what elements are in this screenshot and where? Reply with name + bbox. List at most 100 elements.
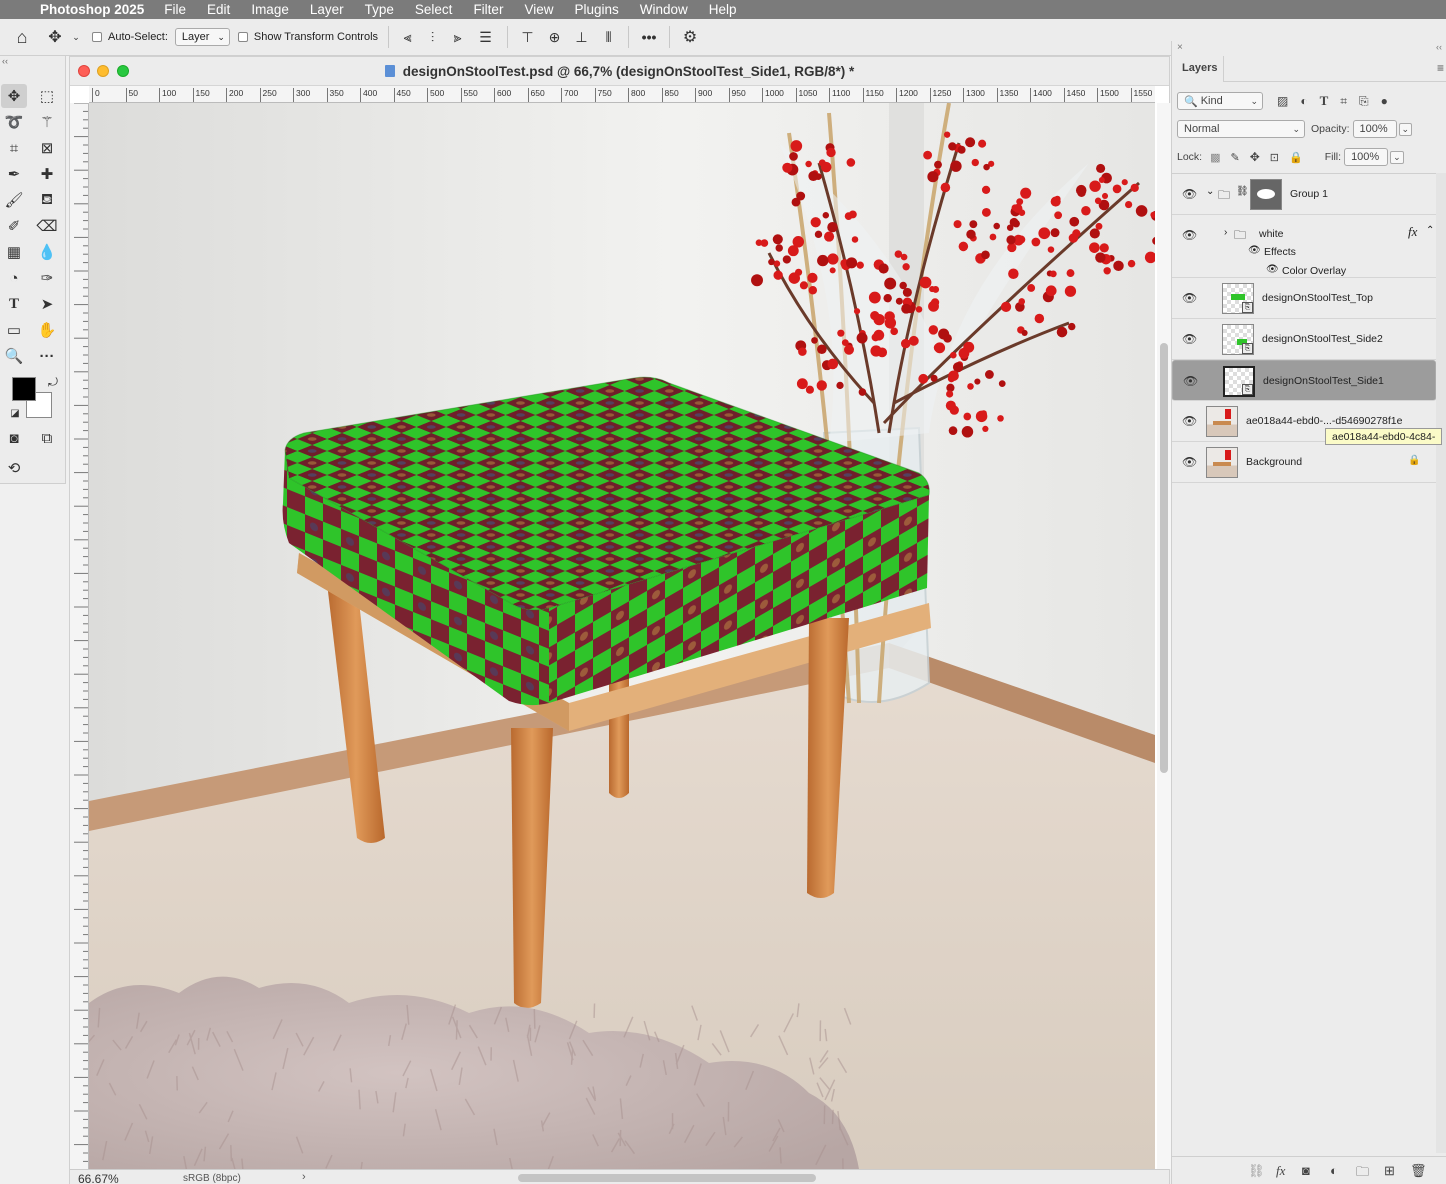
collapse-effects-icon[interactable]: ⌃ [1426, 225, 1434, 236]
maximize-window-button[interactable] [117, 65, 129, 77]
tool-preset-chevron-icon[interactable]: ⌄ [66, 32, 86, 43]
foreground-color-swatch[interactable] [12, 377, 36, 401]
filter-toggle-icon[interactable]: ● [1381, 94, 1388, 108]
lock-image-icon[interactable]: ✎ [1231, 151, 1240, 164]
stamp-tool-icon[interactable]: ⛾ [34, 188, 60, 212]
layer-row-top[interactable]: 👁 ⎘ designOnStoolTest_Top [1172, 278, 1436, 319]
blend-mode-dropdown[interactable]: Normal ⌄ [1177, 120, 1305, 138]
type-tool-icon[interactable]: T [1, 292, 27, 316]
gradient-tool-icon[interactable]: ▦ [1, 240, 27, 264]
eraser-tool-icon[interactable]: ⌫ [34, 214, 60, 238]
align-vertical-center-icon[interactable]: ⊕ [541, 29, 568, 46]
panel-grip-icon[interactable]: ‹‹ [0, 56, 66, 66]
auto-select-target-dropdown[interactable]: Layer ⌄ [174, 28, 230, 46]
layer-row-white[interactable]: 👁 › 🗀 white fx ⌃ 👁 Effects 👁 Color Overl… [1172, 215, 1436, 278]
lock-artboard-icon[interactable]: ⊡ [1270, 151, 1279, 164]
crop-tool-icon[interactable]: ⌗ [1, 136, 27, 160]
filter-shape-icon[interactable]: ⌗ [1340, 94, 1347, 109]
new-layer-icon[interactable]: ⊞ [1384, 1163, 1395, 1179]
visibility-eye-icon[interactable]: 👁 [1182, 332, 1197, 346]
home-icon[interactable]: ⌂ [0, 27, 44, 48]
color-overlay-eye-icon[interactable]: 👁 [1266, 264, 1279, 275]
visibility-eye-icon[interactable]: 👁 [1182, 414, 1197, 428]
gear-icon[interactable]: ⚙ [676, 27, 704, 47]
magic-wand-icon[interactable]: ⚚ [34, 110, 60, 134]
add-mask-icon[interactable]: ◙ [1302, 1163, 1310, 1178]
dodge-tool-icon[interactable]: ◔ [1, 266, 27, 290]
hand-tool-icon[interactable]: ✋ [34, 318, 60, 342]
menu-filter[interactable]: Filter [473, 2, 503, 17]
menu-image[interactable]: Image [251, 2, 289, 17]
quick-mask-icon[interactable]: ◙ [1, 426, 27, 450]
distribute-icon[interactable]: ☰ [470, 29, 501, 46]
visibility-eye-icon[interactable]: 👁 [1182, 187, 1197, 201]
fill-input[interactable]: 100% [1344, 148, 1389, 166]
visibility-eye-icon[interactable]: 👁 [1182, 291, 1197, 305]
menu-type[interactable]: Type [365, 2, 394, 17]
align-right-icon[interactable]: ⫸ [445, 29, 470, 46]
effects-eye-icon[interactable]: 👁 [1248, 245, 1261, 256]
layer-row-background[interactable]: 👁 Background 🔒 [1172, 442, 1436, 483]
align-horizontal-center-icon[interactable]: ⫶ [420, 29, 445, 46]
history-brush-icon[interactable]: ✐ [1, 214, 27, 238]
add-style-fx-icon[interactable]: fx [1276, 1163, 1285, 1179]
tab-layers[interactable]: Layers [1172, 56, 1224, 82]
fx-icon[interactable]: fx [1408, 224, 1417, 240]
swap-colors-icon[interactable]: ⤾ [40, 370, 66, 394]
opacity-input[interactable]: 100% [1352, 120, 1397, 138]
healing-brush-icon[interactable]: ✚ [34, 162, 60, 186]
lock-position-icon[interactable]: ✥ [1250, 150, 1260, 164]
zoom-tool-icon[interactable]: 🔍 [1, 344, 27, 368]
menu-select[interactable]: Select [415, 2, 453, 17]
menu-help[interactable]: Help [709, 2, 737, 17]
opacity-chevron-icon[interactable]: ⌄ [1398, 122, 1413, 136]
frame-tool-icon[interactable]: ⊠ [34, 136, 60, 160]
menu-edit[interactable]: Edit [207, 2, 230, 17]
close-panel-icon[interactable]: × [1177, 42, 1183, 53]
lock-all-icon[interactable]: 🔒 [1289, 151, 1303, 164]
more-tools-icon[interactable]: ··· [34, 344, 60, 368]
new-group-icon[interactable]: 🗀 [1356, 1163, 1369, 1184]
expand-group-chevron-icon[interactable]: ⌄ [1206, 186, 1214, 197]
chevron-right-icon[interactable]: › [302, 1171, 306, 1183]
rectangle-tool-icon[interactable]: ▭ [1, 318, 27, 342]
zoom-level[interactable]: 66.67% [78, 1172, 119, 1184]
blur-tool-icon[interactable]: 💧 [34, 240, 60, 264]
filter-smart-object-icon[interactable]: ⎘ [1359, 94, 1369, 109]
expand-group-chevron-icon[interactable]: › [1224, 227, 1227, 238]
trash-icon[interactable]: 🗑 [1410, 1163, 1427, 1179]
layer-row-side2[interactable]: 👁 ⎘ designOnStoolTest_Side2 [1172, 319, 1436, 360]
layers-scrollbar[interactable] [1436, 173, 1446, 1153]
horizontal-scroll-thumb[interactable] [518, 1174, 816, 1182]
visibility-eye-icon[interactable]: 👁 [1182, 228, 1197, 242]
brush-tool-icon[interactable]: 🖌 [1, 188, 27, 212]
align-bottom-icon[interactable]: ⊥ [568, 29, 595, 46]
default-colors-icon[interactable]: ◪ [2, 401, 28, 425]
lock-icon[interactable]: 🔒 [1408, 455, 1420, 466]
move-tool-icon[interactable]: ✥ [44, 27, 66, 47]
color-overlay-effect[interactable]: Color Overlay [1282, 265, 1346, 277]
screen-mode-icon[interactable]: ⧉ [34, 426, 60, 450]
layer-row-group-1[interactable]: 👁 ⌄ 🗀 ⛓ Group 1 [1172, 174, 1436, 215]
fill-chevron-icon[interactable]: ⌄ [1390, 150, 1404, 164]
filter-type-icon[interactable]: T [1320, 93, 1329, 109]
panel-menu-icon[interactable]: ≡ [1437, 61, 1444, 75]
path-selection-icon[interactable]: ➤ [34, 292, 60, 316]
collapse-panel-icon[interactable]: ‹‹ [1436, 42, 1442, 52]
minimize-window-button[interactable] [97, 65, 109, 77]
menu-view[interactable]: View [524, 2, 553, 17]
visibility-eye-icon[interactable]: 👁 [1182, 455, 1197, 469]
link-icon[interactable]: ⛓ [1236, 186, 1249, 197]
visibility-eye-icon[interactable]: 👁 [1183, 374, 1198, 388]
lasso-tool-icon[interactable]: ➰ [1, 110, 27, 134]
align-top-icon[interactable]: ⊤ [514, 29, 541, 46]
show-transform-checkbox[interactable] [237, 32, 254, 42]
move-tool-icon[interactable]: ✥ [1, 84, 27, 108]
auto-select-checkbox[interactable] [92, 32, 108, 42]
edit-toolbar-icon[interactable]: ⟲ [1, 456, 27, 480]
vertical-scroll-thumb[interactable] [1160, 343, 1168, 773]
distribute-vertical-icon[interactable]: ⦀ [595, 29, 622, 46]
filter-kind-dropdown[interactable]: 🔍 Kind ⌄ [1177, 92, 1263, 110]
menu-plugins[interactable]: Plugins [574, 2, 618, 17]
app-menu[interactable]: Photoshop 2025 [40, 2, 144, 17]
